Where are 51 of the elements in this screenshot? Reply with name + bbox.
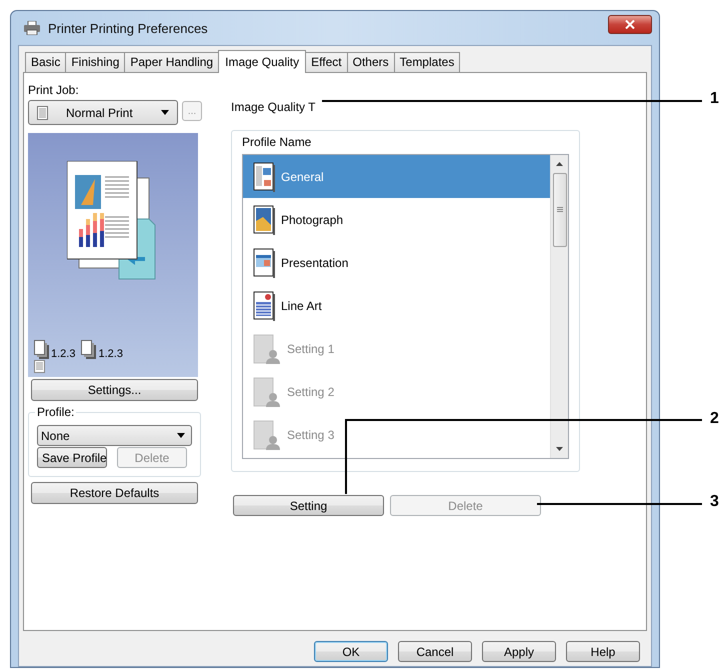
tab[interactable]: Templates (394, 52, 460, 72)
stacked-pages-icon (34, 340, 50, 360)
setting-button[interactable]: Setting (233, 495, 384, 516)
dialog-button[interactable]: OK (314, 641, 388, 662)
tab[interactable]: Others (346, 52, 395, 72)
document-icon (37, 106, 48, 120)
user-document-icon (253, 334, 281, 364)
stacked-pages-icon (81, 340, 98, 360)
user-document-icon (253, 376, 281, 406)
profile-dropdown[interactable]: None (37, 425, 192, 446)
profile-name-label: Profile Name (242, 135, 312, 149)
page-order-label: 1.2.3 (98, 348, 123, 360)
grip-icon (556, 207, 562, 213)
profile-list-item[interactable]: Presentation (243, 241, 550, 284)
restore-defaults-button[interactable]: Restore Defaults (31, 482, 198, 504)
scroll-up-icon[interactable] (556, 162, 563, 166)
profile-label: Profile: (36, 405, 76, 419)
scroll-thumb[interactable] (552, 173, 566, 247)
tab[interactable]: Image Quality (218, 50, 306, 73)
tab[interactable]: Finishing (65, 52, 126, 72)
save-profile-button[interactable]: Save Profile (37, 447, 107, 468)
tab[interactable]: Basic (25, 52, 66, 72)
callout-number: 2 (710, 410, 719, 428)
window-title: Printer Printing Preferences (48, 20, 209, 36)
callout-number: 3 (710, 493, 719, 511)
scroll-down-icon[interactable] (556, 447, 563, 451)
user-document-icon (253, 420, 281, 450)
photo-document-icon (253, 204, 275, 234)
profile-list-item[interactable]: Line Art (243, 284, 550, 327)
dialog-button[interactable]: Cancel (398, 641, 472, 662)
caret-icon (161, 110, 169, 115)
callout-number: 1 (710, 90, 719, 108)
tab[interactable]: Paper Handling (124, 52, 220, 72)
print-job-dropdown[interactable]: Normal Print (28, 100, 178, 125)
page-order-label: 1.2.3 (51, 348, 76, 360)
dialog-button[interactable]: Apply (482, 641, 556, 662)
settings-button[interactable]: Settings... (31, 379, 198, 401)
caret-icon (177, 433, 185, 438)
tab[interactable]: Effect (305, 52, 348, 72)
image-quality-label: Image Quality T (231, 100, 316, 114)
slide-document-icon (253, 248, 275, 278)
document-icon (34, 360, 45, 373)
scrollbar[interactable] (550, 155, 568, 458)
close-button[interactable] (608, 14, 652, 34)
printer-icon (24, 21, 40, 35)
close-icon (625, 20, 635, 28)
document-icon (253, 162, 275, 192)
profile-list-item[interactable]: Photograph (243, 198, 550, 241)
print-job-label: Print Job: (28, 83, 80, 97)
dialog-button[interactable]: Help (566, 641, 640, 662)
lined-document-icon (253, 290, 275, 320)
